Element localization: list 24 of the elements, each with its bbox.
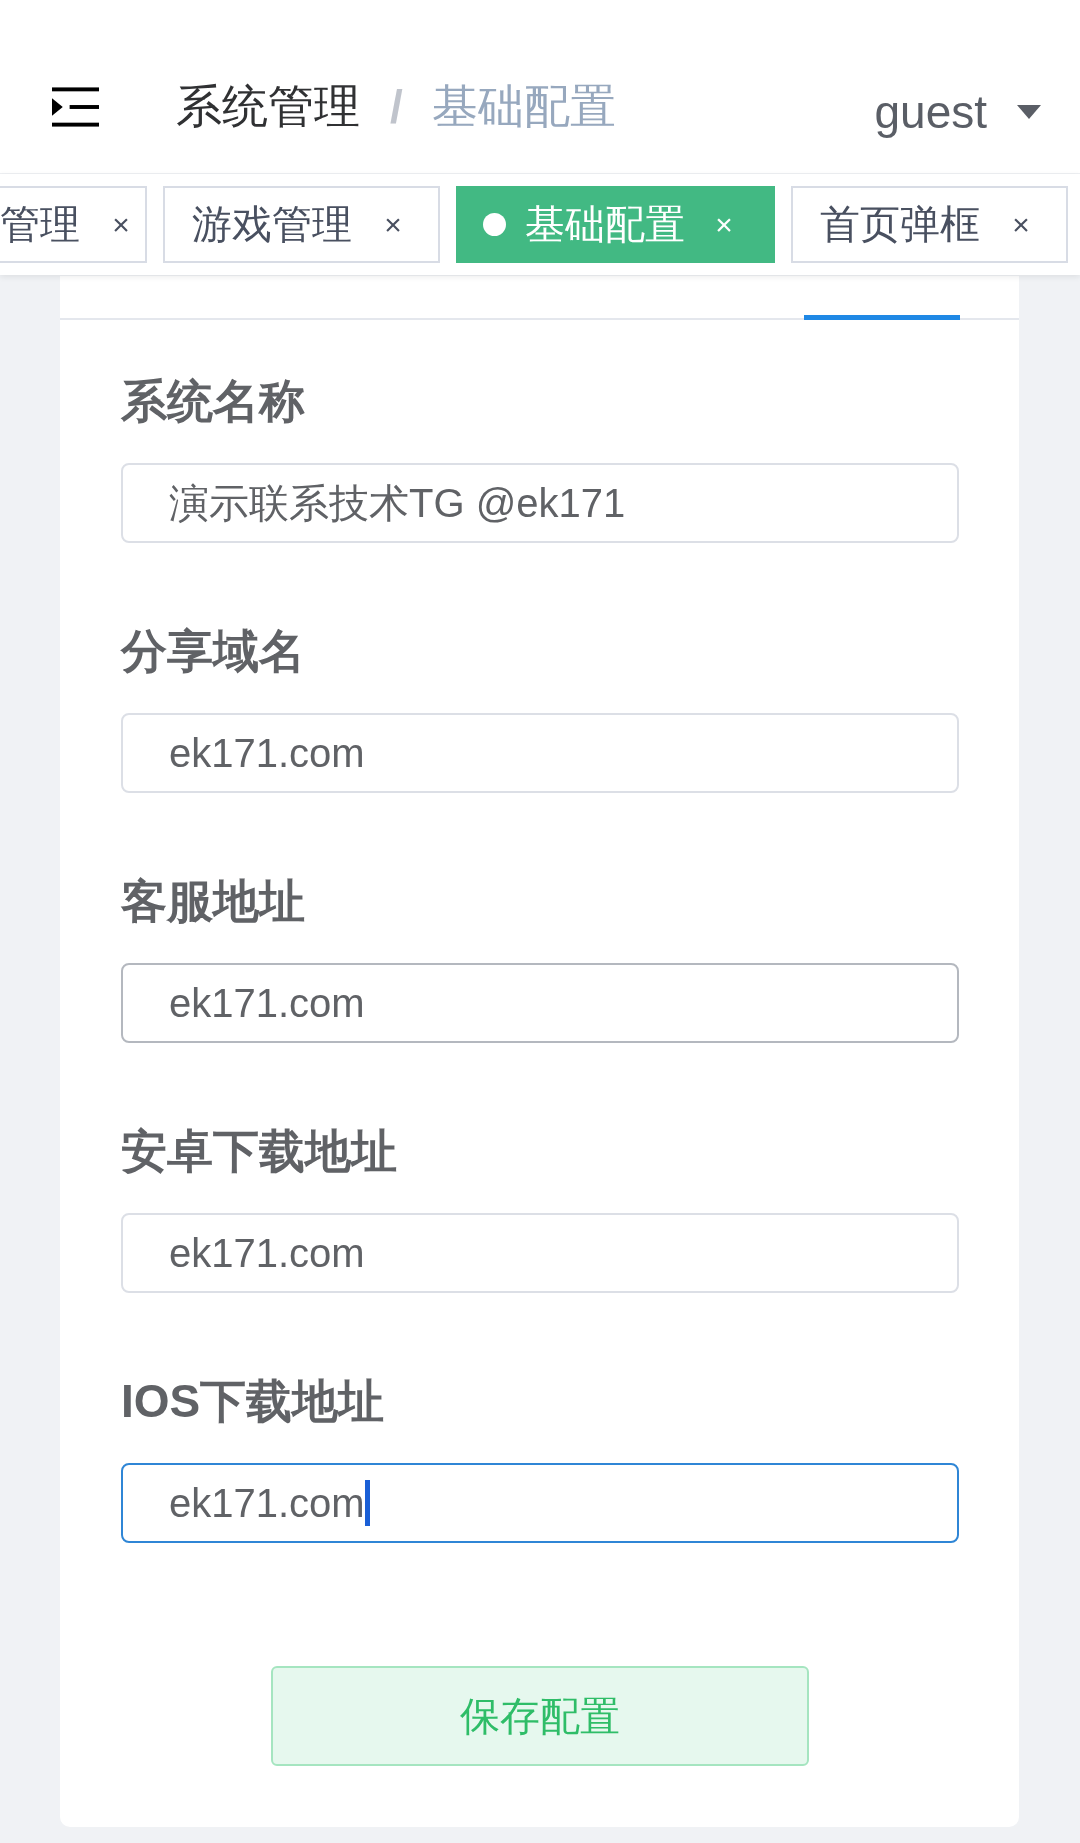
field-label: 安卓下载地址 — [121, 1124, 398, 1179]
breadcrumb-item: 基础配置 — [431, 78, 616, 134]
text-cursor-icon — [364, 1480, 370, 1526]
close-button[interactable]: × — [104, 207, 138, 242]
caret-icon — [1017, 104, 1041, 119]
text-input[interactable]: ek171.com — [121, 1463, 959, 1543]
close-button[interactable]: × — [1004, 207, 1038, 242]
field-label: 系统名称 — [121, 374, 306, 429]
text-input[interactable]: ek171.com — [121, 1213, 959, 1293]
tab[interactable]: 管理 × — [0, 186, 147, 263]
text-input[interactable]: 演示联系技术TG @ek171 — [121, 463, 959, 543]
text-input[interactable]: ek171.com — [121, 963, 959, 1043]
text-input[interactable]: ek171.com — [121, 713, 959, 793]
dot-icon — [483, 213, 506, 236]
breadcrumb-separator: / — [390, 79, 403, 134]
tab[interactable]: 首页弹框 × — [791, 186, 1068, 263]
breadcrumb-item[interactable]: 系统管理 — [176, 75, 360, 138]
field-label: 分享域名 — [121, 624, 306, 679]
close-button[interactable]: × — [376, 207, 410, 242]
field-label: IOS下载地址 — [121, 1374, 386, 1429]
user-menu-button[interactable]: guest — [874, 84, 1041, 139]
tab[interactable]: 游戏管理 × — [163, 186, 440, 263]
menu-icon[interactable] — [52, 86, 99, 127]
field-label: 客服地址 — [121, 874, 306, 929]
